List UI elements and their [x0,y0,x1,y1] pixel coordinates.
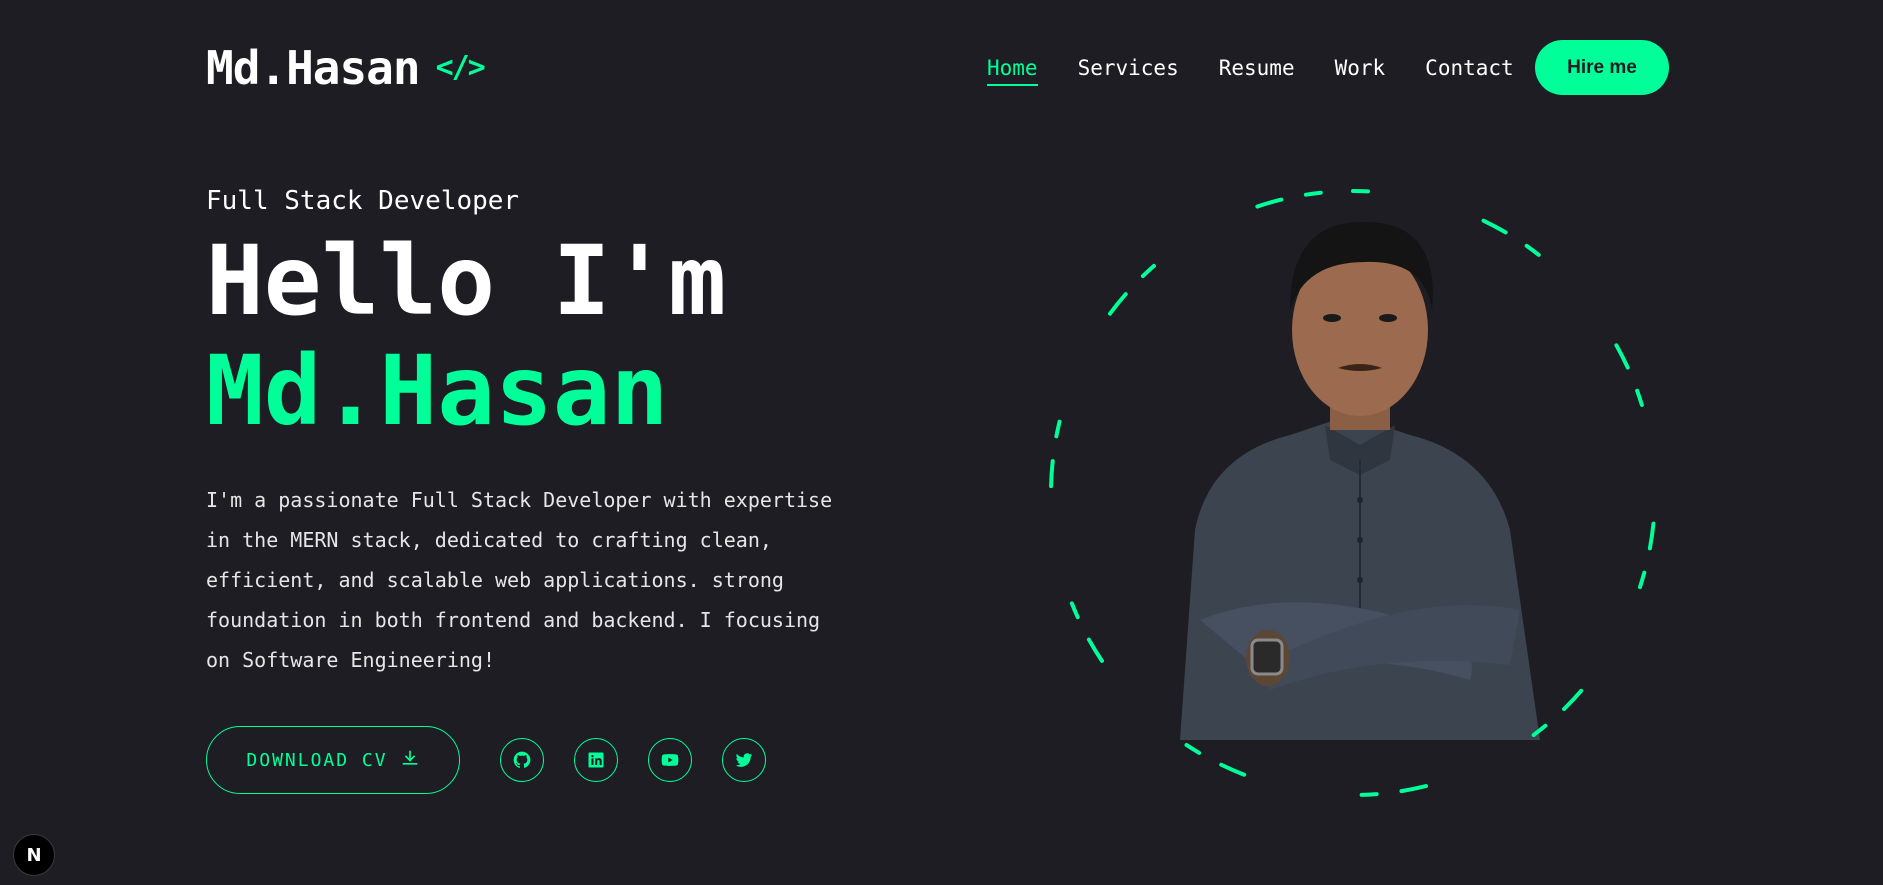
youtube-icon[interactable] [648,738,692,782]
logo-text: Md.Hasan [206,41,421,95]
code-brackets-icon: </> [435,50,486,85]
nav-item-resume[interactable]: Resume [1219,40,1295,96]
hero-greeting: Hello I'm [206,225,727,337]
portrait-section [1040,180,1670,810]
twitter-icon[interactable] [722,738,766,782]
social-links [500,738,766,782]
portfolio-page: Md.Hasan </> Home Services Resume Work C… [0,0,1883,885]
download-cv-button[interactable]: DOWNLOAD CV [206,726,460,794]
download-icon [400,748,420,773]
nextjs-dev-badge[interactable]: N [13,834,55,876]
nav-item-services[interactable]: Services [1078,40,1179,96]
nav-item-home[interactable]: Home [987,40,1038,96]
hire-me-button[interactable]: Hire me [1535,40,1669,95]
hero-subtitle: Full Stack Developer [206,186,520,216]
hero-name: Md.Hasan [206,335,669,447]
linkedin-icon[interactable] [574,738,618,782]
dashed-ring [1049,189,1657,797]
main-nav: Home Services Resume Work Contact [987,40,1554,96]
nav-item-contact[interactable]: Contact [1425,40,1514,96]
site-logo[interactable]: Md.Hasan </> [206,40,486,96]
github-icon[interactable] [500,738,544,782]
nav-item-work[interactable]: Work [1335,40,1386,96]
hero-bio: I'm a passionate Full Stack Developer wi… [206,488,833,672]
download-cv-label: DOWNLOAD CV [246,749,388,771]
